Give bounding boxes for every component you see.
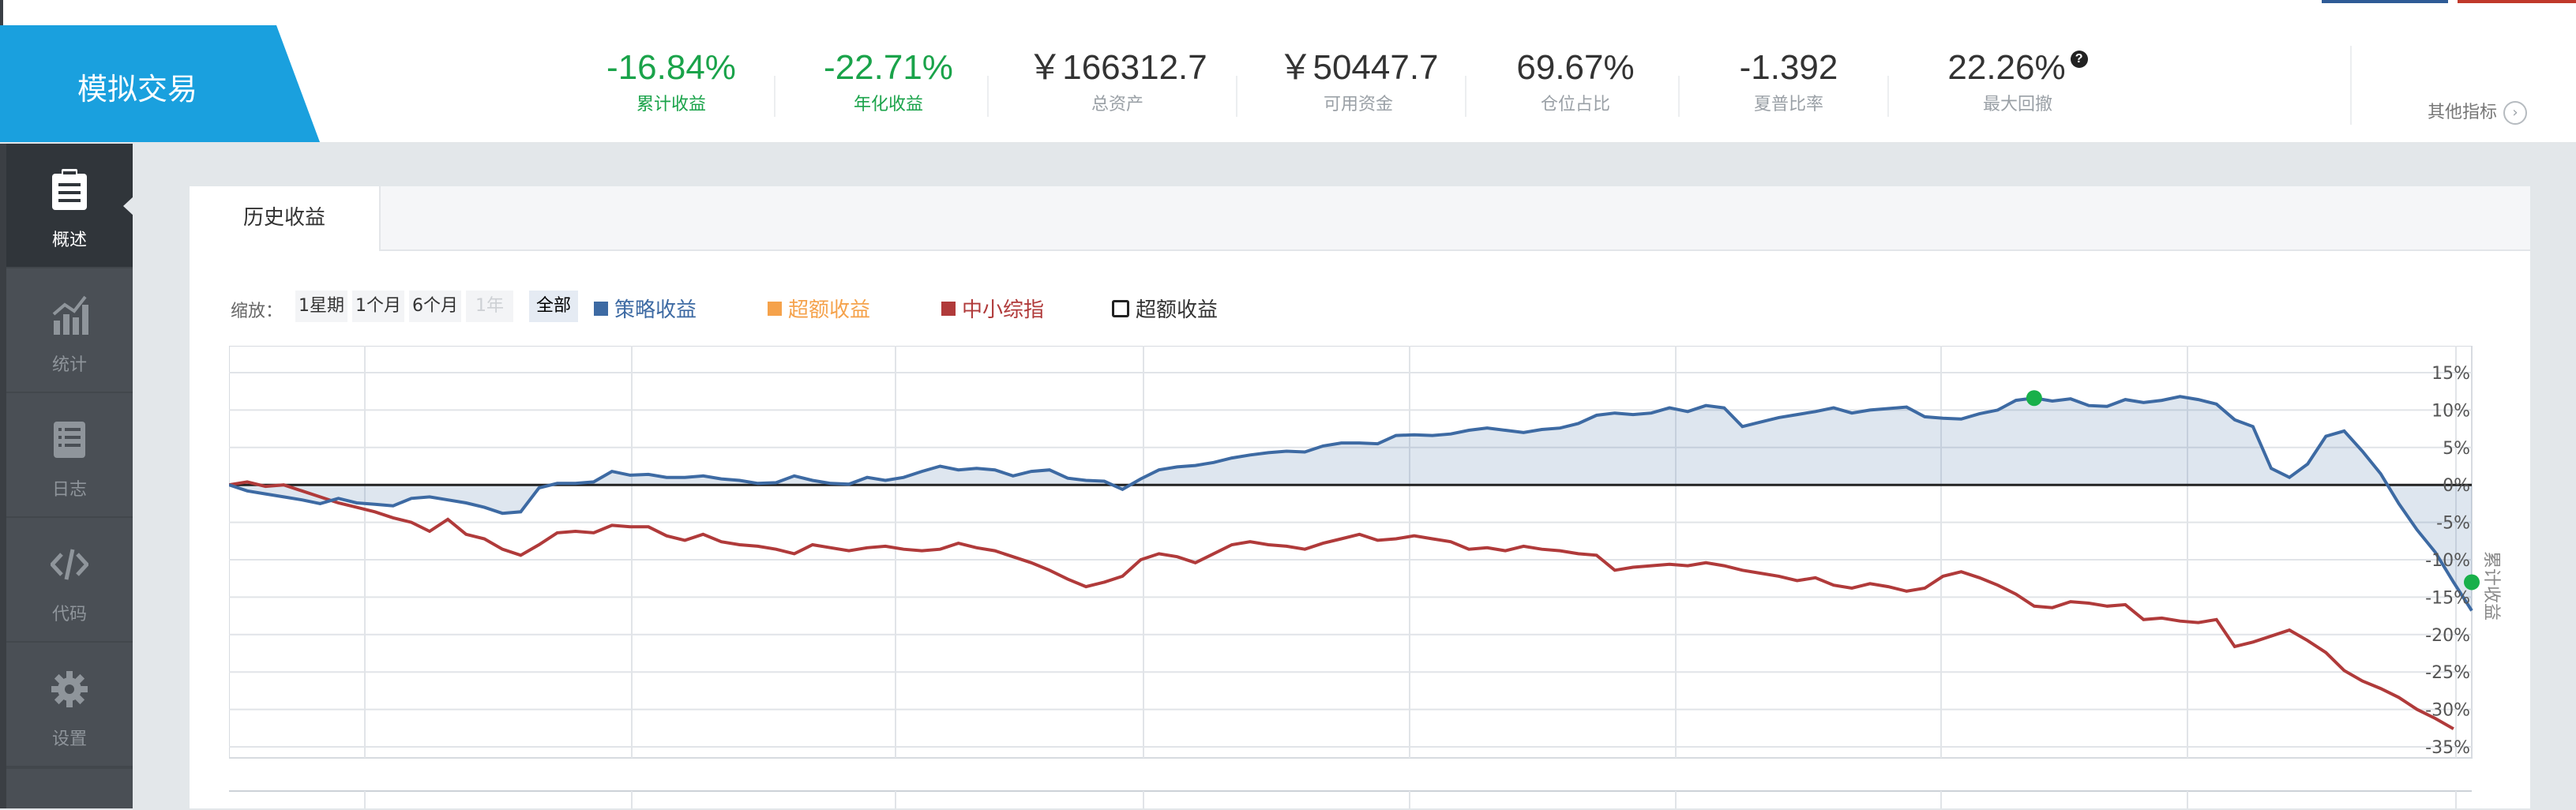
metric-divider [987, 76, 989, 117]
legend-excess-toggle[interactable]: 超额收益 [1112, 294, 1219, 322]
metric-divider [1236, 76, 1237, 117]
top-red-button[interactable] [2458, 0, 2576, 3]
extreme-marker[interactable] [2026, 390, 2042, 407]
sidebar-item-label: 日志 [51, 480, 87, 500]
sidebar-item-label: 统计 [51, 355, 87, 375]
list-icon [54, 422, 85, 458]
legend-strategy[interactable]: 策略收益 [594, 294, 697, 322]
y-tick-label: -10% [2425, 551, 2470, 571]
zoom-6-months-button[interactable]: 6个月 [409, 291, 461, 322]
other-metrics-label: 其他指标 [2428, 103, 2498, 122]
metric-divider [1887, 76, 1889, 117]
legend-swatch [768, 301, 782, 316]
bar-chart-icon [52, 295, 88, 335]
code-icon [51, 549, 88, 580]
metric-value: -22.71% [824, 48, 953, 87]
metric-value-text: 22.26% [1947, 48, 2066, 87]
metric-label: 总资产 [1091, 95, 1143, 114]
brand-banner: 模拟交易 [0, 25, 320, 142]
legend-checkbox [1112, 299, 1129, 317]
metric-available-funds: ￥50447.7 可用资金 [1260, 46, 1457, 125]
legend-swatch [594, 301, 608, 316]
tab-history-returns[interactable]: 历史收益 [190, 186, 381, 251]
metric-label: 可用资金 [1323, 95, 1393, 114]
sidebar-item-label: 代码 [51, 605, 87, 624]
zoom-1-year-button[interactable]: 1年 [466, 291, 513, 322]
y-tick-label: -20% [2425, 626, 2470, 646]
y-axis-label: 累计收益 [2481, 551, 2501, 621]
series-line-benchmark [229, 480, 2454, 730]
zoom-1-month-button[interactable]: 1个月 [352, 291, 404, 322]
top-strip [0, 0, 2576, 27]
y-tick-label: -30% [2425, 701, 2470, 721]
y-tick-label: 10% [2431, 401, 2470, 421]
metric-label: 年化收益 [853, 95, 923, 114]
y-tick-label: -35% [2425, 738, 2470, 758]
legend-label: 中小综指 [962, 298, 1045, 322]
metric-value: 69.67% [1516, 48, 1635, 87]
chevron-right-circle-icon: › [2503, 101, 2528, 125]
metric-sharpe-ratio: -1.392 夏普比率 [1702, 46, 1876, 125]
metric-label: 最大回撤 [1982, 95, 2052, 114]
metric-max-drawdown: 22.26%? 最大回撤 [1911, 46, 2124, 125]
sidebar-item-settings[interactable]: 设置 [6, 643, 133, 767]
metric-annualized-return: -22.71% 年化收益 [798, 46, 979, 125]
legend-excess[interactable]: 超额收益 [768, 294, 871, 322]
y-tick-label: -15% [2425, 588, 2470, 608]
legend-label: 超额收益 [788, 298, 871, 322]
top-strip-edge [0, 0, 3, 25]
legend-swatch [941, 301, 956, 316]
metric-divider [1465, 76, 1466, 117]
sidebar-item-overview[interactable]: 概述 [6, 144, 133, 268]
sidebar-item-label: 设置 [51, 729, 87, 749]
metric-value: -16.84% [606, 48, 736, 87]
navigator-strip [229, 790, 2472, 808]
clipboard-icon [52, 169, 87, 210]
zoom-all-button[interactable]: 全部 [529, 291, 578, 322]
zoom-label: 缩放： [231, 302, 284, 321]
strategy-area [229, 396, 2472, 611]
metric-label: 累计收益 [636, 95, 706, 114]
metric-cumulative-return: -16.84% 累计收益 [584, 46, 758, 125]
y-tick-label: -25% [2425, 663, 2470, 683]
metric-label: 夏普比率 [1753, 95, 1823, 114]
sidebar-item-more[interactable] [6, 767, 133, 810]
metric-value: ￥166312.7 [1027, 48, 1207, 87]
metrics-header: 模拟交易 -16.84% 累计收益 -22.71% 年化收益 ￥166312.7… [0, 25, 2576, 144]
returns-chart: 15% 10% 5% 0% -5% -10% -15% -20% -25% -30% -35% 累计… [229, 346, 2501, 808]
help-icon[interactable]: ? [2070, 51, 2088, 68]
legend-label: 超额收益 [1136, 298, 1219, 322]
tab-bar: 历史收益 [190, 186, 2530, 251]
active-item-caret [123, 196, 134, 216]
sidebar-item-log[interactable]: 日志 [6, 393, 133, 518]
brand-title: 模拟交易 [77, 72, 198, 107]
metric-total-assets: ￥166312.7 总资产 [1015, 46, 1220, 125]
y-tick-label: 0% [2443, 476, 2470, 496]
sidebar-item-code[interactable]: 代码 [6, 518, 133, 643]
metric-divider [774, 76, 775, 117]
y-tick-label: 15% [2431, 364, 2470, 384]
legend-label: 策略收益 [614, 298, 697, 322]
metric-value: ￥50447.7 [1278, 48, 1439, 87]
gear-icon [51, 671, 88, 707]
metric-position-ratio: 69.67% 仓位占比 [1489, 46, 1662, 125]
metric-value: 22.26%? [1911, 46, 2124, 90]
sidebar-edge [0, 144, 6, 808]
metric-divider [2350, 46, 2352, 125]
y-axis-ticks: 15% 10% 5% 0% -5% -10% -15% -20% -25% -30% -35% [2425, 364, 2470, 758]
sidebar-item-statistics[interactable]: 统计 [6, 268, 133, 393]
y-tick-label: -5% [2436, 514, 2470, 534]
legend-benchmark[interactable]: 中小综指 [941, 294, 1045, 322]
zoom-1-week-button[interactable]: 1星期 [295, 291, 347, 322]
metric-value: -1.392 [1739, 48, 1838, 87]
y-tick-label: 5% [2443, 439, 2470, 459]
sidebar: 概述 统计 日志 代码 设置 [0, 144, 133, 808]
other-metrics-link[interactable]: 其他指标 › [2428, 98, 2528, 125]
metric-label: 仓位占比 [1540, 95, 1610, 114]
metric-divider [1678, 76, 1680, 117]
top-blue-button[interactable] [2322, 0, 2448, 3]
sidebar-item-label: 概述 [51, 231, 87, 250]
